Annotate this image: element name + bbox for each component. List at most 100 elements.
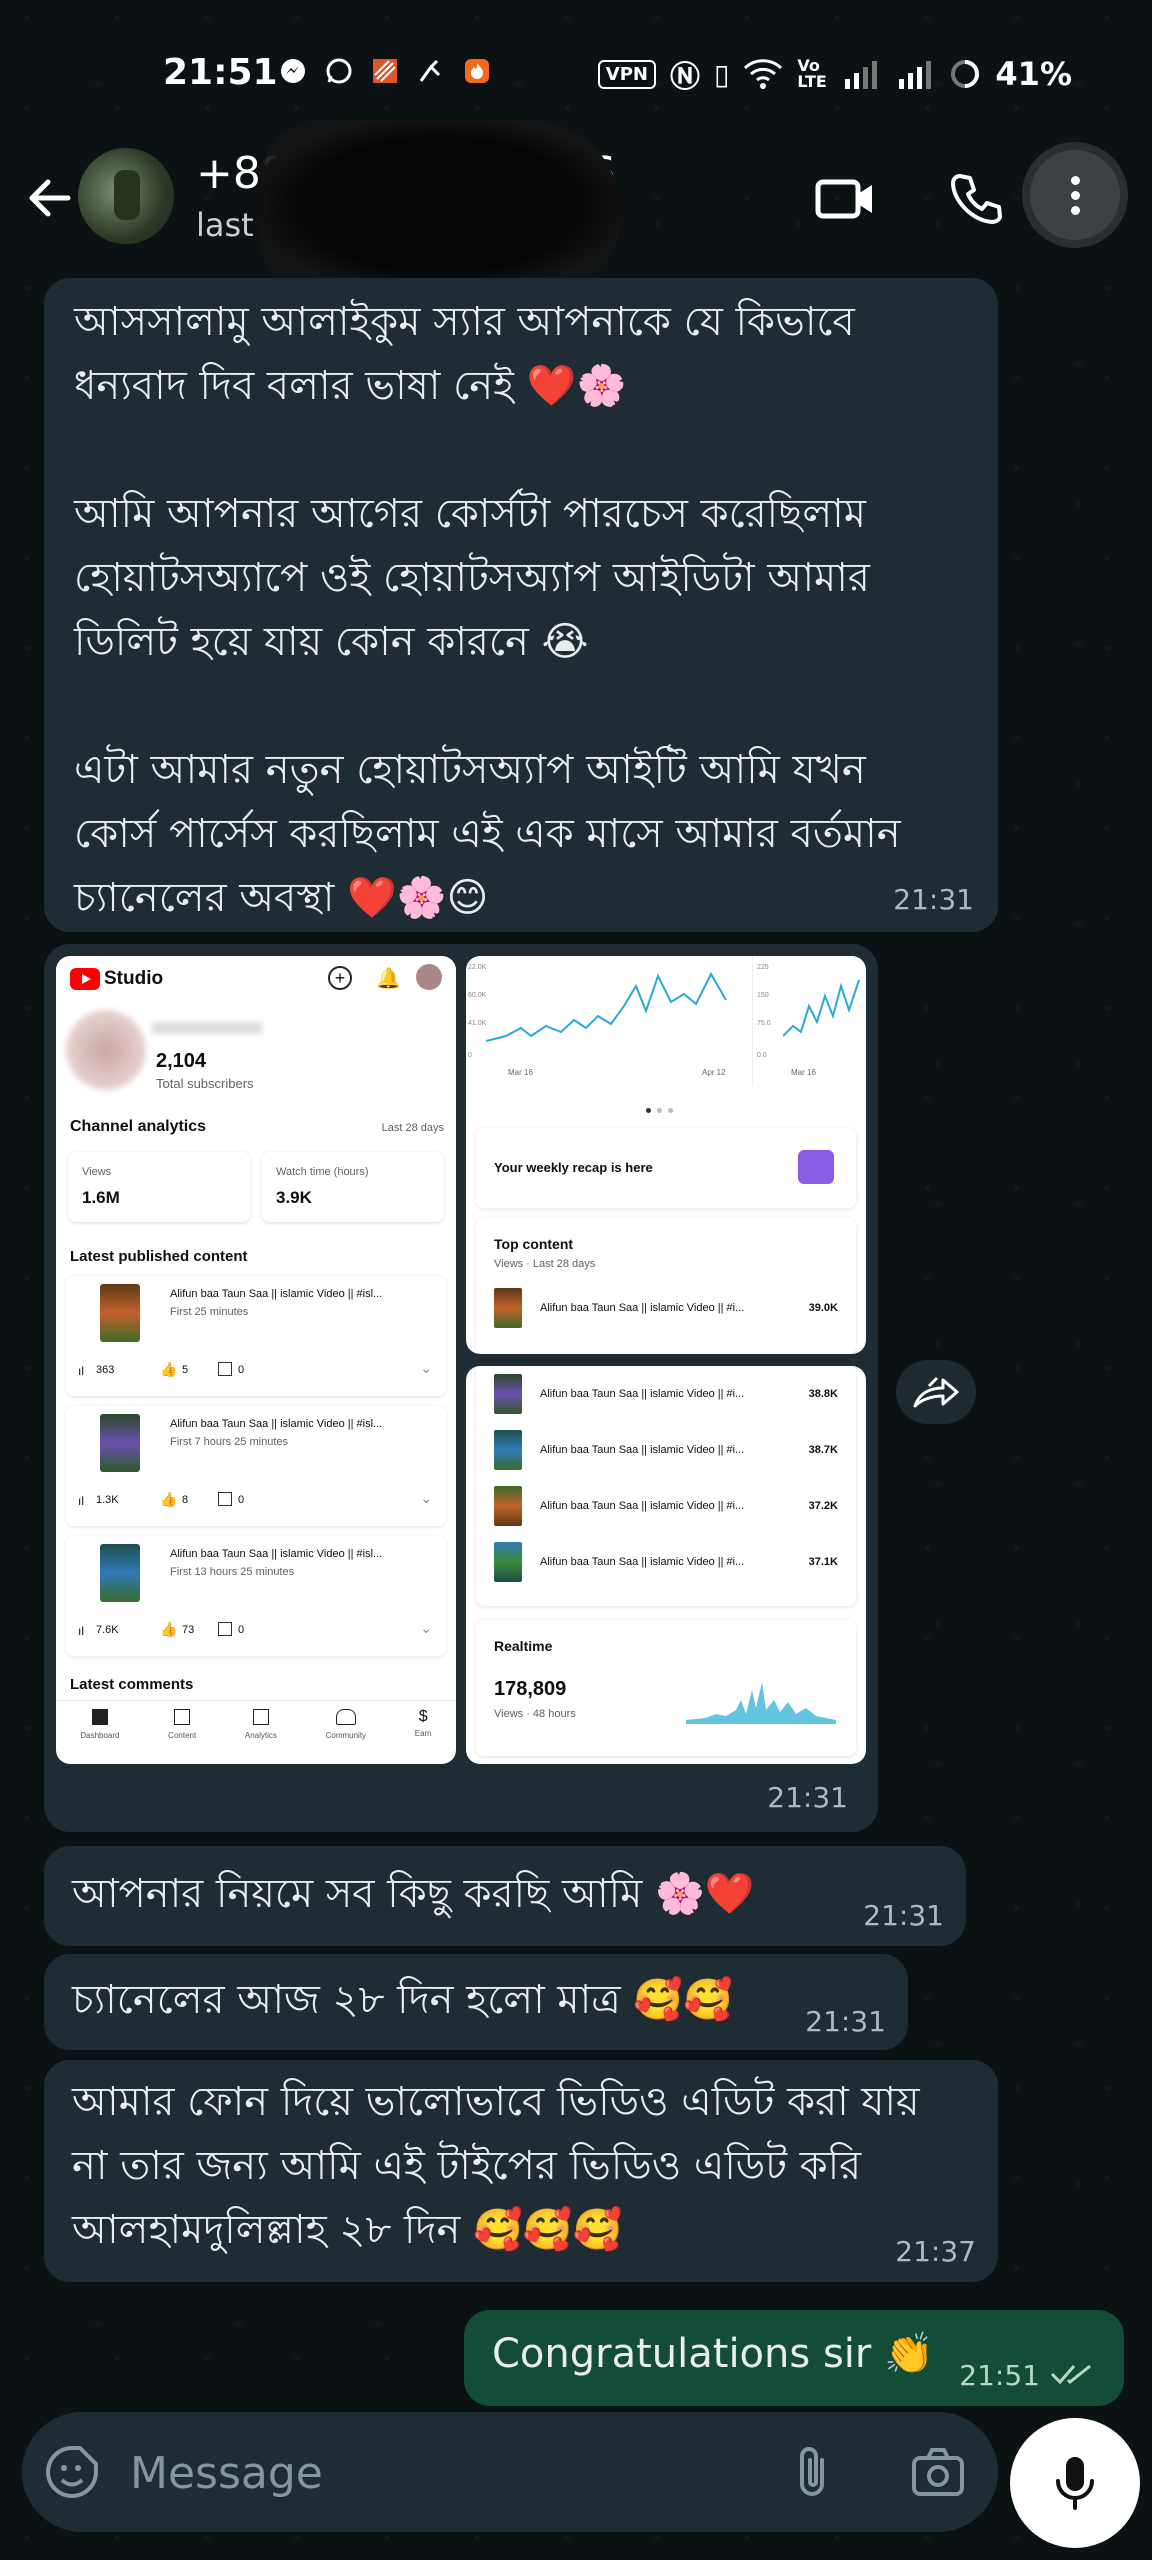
weekly-recap-card[interactable]: Your weekly recap is here xyxy=(476,1128,856,1208)
video-card-1[interactable]: Alifun baa Taun Saa || islamic Video || … xyxy=(66,1276,446,1396)
nav-label: Dashboard xyxy=(80,1731,120,1740)
latest-comments-title: Latest comments xyxy=(70,1676,194,1693)
camera-icon[interactable] xyxy=(908,2442,968,2502)
top-content-row[interactable]: Alifun baa Taun Saa || islamic Video || … xyxy=(476,1484,856,1530)
video-age: First 7 hours 25 minutes xyxy=(170,1436,288,1448)
video-title: Alifun baa Taun Saa || islamic Video || … xyxy=(540,1444,745,1456)
realtime-subtitle: Views · 48 hours xyxy=(494,1708,576,1720)
message-outgoing-1[interactable]: Congratulations sir 👏 21:51 xyxy=(464,2310,1124,2406)
video-thumbnail xyxy=(100,1414,140,1472)
video-age: First 25 minutes xyxy=(170,1306,249,1318)
video-thumbnail xyxy=(100,1284,140,1342)
carousel-dots xyxy=(646,1108,673,1113)
studio-screenshot-right-top[interactable]: 22.0K 60.0K 41.0K 0 Mar 16 Apr 12 225 15… xyxy=(466,956,866,1354)
contact-avatar[interactable] xyxy=(78,148,174,244)
video-card-3[interactable]: Alifun baa Taun Saa || islamic Video || … xyxy=(66,1536,446,1656)
video-thumbnail xyxy=(494,1374,522,1414)
analytics-icon xyxy=(252,1709,269,1725)
views-line-chart xyxy=(486,971,727,1042)
nav-community[interactable]: Community xyxy=(326,1701,366,1764)
top-video-title: Alifun baa Taun Saa || islamic Video || … xyxy=(540,1302,745,1314)
message-text: আপনার নিয়মে সব কিছু করছি আমি 🌸❤️ xyxy=(72,1871,755,1917)
views-card[interactable]: Views 1.6M xyxy=(68,1152,250,1222)
video-title: Alifun baa Taun Saa || islamic Video || … xyxy=(170,1288,383,1300)
like-icon: 👍 xyxy=(160,1491,178,1507)
nav-content[interactable]: Content xyxy=(168,1701,196,1764)
comment-icon xyxy=(218,1492,232,1506)
chat-header: +88 last se 26 xyxy=(0,120,1152,290)
views-value: 1.6M xyxy=(82,1188,120,1207)
back-arrow-icon[interactable] xyxy=(20,168,80,228)
video-views: 363 xyxy=(96,1364,115,1376)
video-views: 7.6K xyxy=(96,1624,119,1636)
video-card-2[interactable]: Alifun baa Taun Saa || islamic Video || … xyxy=(66,1406,446,1526)
nav-label: Earn xyxy=(414,1729,432,1738)
status-bar: 21:51 VPN Ⓝ ▯ Vo LTE 41% xyxy=(0,0,1152,150)
realtime-line-chart xyxy=(783,979,860,1037)
video-likes: 5 xyxy=(182,1364,189,1376)
video-thumbnail xyxy=(100,1544,140,1602)
studio-screenshot-left[interactable]: Studio + 🔔 2,104 Total subscribers Chann… xyxy=(56,956,456,1764)
calendar-icon xyxy=(798,1150,834,1184)
message-time: 21:31 xyxy=(863,1899,944,1932)
top-video-views: 39.0K xyxy=(808,1302,838,1314)
top-content-row[interactable]: Alifun baa Taun Saa || islamic Video || … xyxy=(476,1372,856,1418)
bell-icon[interactable]: 🔔 xyxy=(376,966,401,991)
add-icon[interactable]: + xyxy=(328,966,352,990)
message-text: আসসালামু আলাইকুম স্যার আপনাকে যে কিভাবে … xyxy=(74,299,901,921)
video-call-icon[interactable] xyxy=(814,174,878,224)
emoji-sticker-icon[interactable] xyxy=(42,2442,102,2502)
nav-earn[interactable]: $ Earn xyxy=(415,1701,432,1764)
forward-button[interactable] xyxy=(896,1360,976,1424)
vibrate-icon: ▯ xyxy=(713,57,730,91)
views-label: Views xyxy=(82,1166,112,1178)
message-incoming-4[interactable]: চ্যানেলের আজ ২৮ দিন হলো মাত্র 🥰🥰 21:31 xyxy=(44,1954,908,2050)
views-stat-icon: ıl xyxy=(78,1364,84,1378)
vpn-badge: VPN xyxy=(597,59,656,89)
video-title: Alifun baa Taun Saa || islamic Video || … xyxy=(540,1556,745,1568)
analytics-period: Last 28 days xyxy=(381,1122,444,1134)
fan-icon xyxy=(416,56,446,86)
phone-call-icon[interactable] xyxy=(948,170,1004,226)
tick-label: 22.0K xyxy=(468,964,487,971)
profile-avatar-small[interactable] xyxy=(416,964,442,990)
app-icon xyxy=(370,56,400,86)
chevron-down-icon[interactable]: ⌄ xyxy=(420,1490,432,1507)
chevron-down-icon[interactable]: ⌄ xyxy=(420,1620,432,1637)
message-incoming-1[interactable]: আসসালামু আলাইকুম স্যার আপনাকে যে কিভাবে … xyxy=(44,278,998,932)
realtime-card[interactable]: Realtime 178,809 Views · 48 hours xyxy=(476,1620,856,1756)
signal-icon-2 xyxy=(899,61,932,89)
top-content-card[interactable]: Top content Views · Last 28 days Alifun … xyxy=(476,1218,856,1354)
watch-time-card[interactable]: Watch time (hours) 3.9K xyxy=(262,1152,444,1222)
message-composer[interactable]: Message xyxy=(22,2412,998,2532)
nav-dashboard[interactable]: Dashboard xyxy=(80,1701,119,1764)
video-thumbnail xyxy=(494,1430,522,1470)
nav-analytics[interactable]: Analytics xyxy=(245,1701,277,1764)
message-time: 21:37 xyxy=(895,2235,976,2268)
chevron-down-icon[interactable]: ⌄ xyxy=(420,1360,432,1377)
message-incoming-5[interactable]: আমার ফোন দিয়ে ভালোভাবে ভিডিও এডিট করা য… xyxy=(44,2060,998,2282)
attach-icon[interactable] xyxy=(788,2442,838,2502)
video-views: 37.2K xyxy=(808,1500,838,1512)
message-input[interactable]: Message xyxy=(130,2448,323,2499)
tick-label: 0.0 xyxy=(757,1052,767,1059)
views-stat-icon: ıl xyxy=(78,1494,84,1508)
studio-screenshot-right-bottom[interactable]: Alifun baa Taun Saa || islamic Video || … xyxy=(466,1366,866,1764)
dashboard-icon xyxy=(91,1709,108,1725)
like-icon: 👍 xyxy=(160,1361,178,1377)
nav-label: Analytics xyxy=(244,1731,277,1740)
top-content-title: Top content xyxy=(494,1236,574,1252)
top-content-row[interactable]: Alifun baa Taun Saa || islamic Video || … xyxy=(476,1428,856,1474)
top-content-row[interactable]: Alifun baa Taun Saa || islamic Video || … xyxy=(476,1540,856,1586)
video-views: 38.7K xyxy=(808,1444,838,1456)
message-incoming-3[interactable]: আপনার নিয়মে সব কিছু করছি আমি 🌸❤️ 21:31 xyxy=(44,1846,966,1946)
play-icon xyxy=(82,974,91,984)
realtime-title: Realtime xyxy=(494,1638,553,1654)
video-title: Alifun baa Taun Saa || islamic Video || … xyxy=(540,1388,745,1400)
nfc-icon: Ⓝ xyxy=(669,60,700,95)
date-label: Apr 12 xyxy=(702,1068,726,1077)
voice-record-button[interactable] xyxy=(1010,2418,1140,2548)
more-options-button[interactable] xyxy=(1030,150,1120,240)
message-time: 21:51 xyxy=(959,2359,1040,2392)
tick-label: 0 xyxy=(468,1052,472,1059)
